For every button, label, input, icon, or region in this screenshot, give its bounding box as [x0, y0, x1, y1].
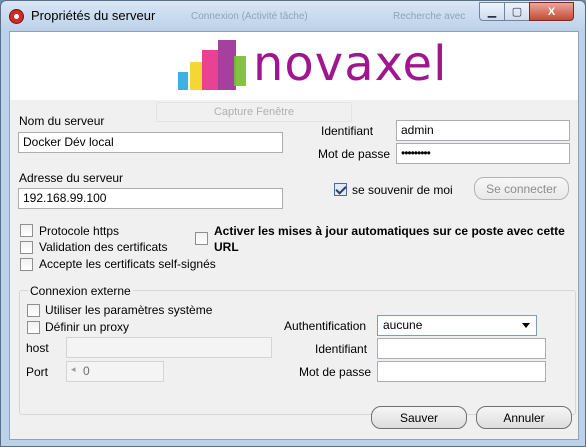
certificate-validation-checkbox[interactable]: [20, 241, 33, 254]
system-params-checkbox[interactable]: [27, 304, 40, 317]
window-title: Propriétés du serveur: [31, 8, 156, 23]
maximize-button[interactable]: ▢: [504, 2, 530, 21]
auto-update-checkbox[interactable]: [195, 232, 208, 245]
identifiant-input[interactable]: admin: [396, 120, 570, 141]
logo-bar: [190, 62, 202, 90]
logo-bar: [202, 50, 218, 90]
port-stepper[interactable]: ◂ 0: [66, 361, 164, 382]
remember-me-label: se souvenir de moi: [352, 183, 453, 197]
password-input[interactable]: •••••••••: [396, 143, 570, 164]
close-button[interactable]: X: [529, 2, 574, 21]
auto-update-label: Activer les mises à jour automatiques su…: [214, 224, 565, 238]
external-connection-group: Connexion externe Utiliser les paramètre…: [19, 284, 576, 415]
system-params-label: Utiliser les paramètres système: [45, 303, 213, 317]
logo-text: novaxel: [253, 36, 448, 92]
proxy-label: Définir un proxy: [45, 320, 130, 334]
auth-select[interactable]: aucune: [377, 315, 537, 336]
self-signed-label: Accepte les certificats self-signés: [39, 257, 216, 271]
auth-label: Authentification: [284, 319, 367, 333]
server-address-label: Adresse du serveur: [19, 171, 124, 185]
minimize-button[interactable]: ▁: [479, 2, 505, 21]
dialog-content: novaxel Capture Fenêtre Nom du serveur D…: [9, 31, 579, 440]
external-identifiant-label: Identifiant: [315, 342, 368, 356]
external-password-label: Mot de passe: [299, 365, 372, 379]
server-name-label: Nom du serveur: [19, 114, 105, 128]
self-signed-checkbox[interactable]: [20, 258, 33, 271]
cancel-button[interactable]: Annuler: [476, 406, 572, 429]
logo-banner: novaxel: [10, 32, 578, 100]
remember-me-checkbox[interactable]: [334, 183, 347, 196]
server-name-input[interactable]: Docker Dév local: [18, 132, 283, 153]
https-checkbox[interactable]: [20, 224, 33, 237]
ghost-background-text: Recherche avec: [393, 11, 466, 22]
external-password-input[interactable]: [377, 361, 546, 382]
logo-bar: [178, 72, 188, 90]
title-bar[interactable]: Propriétés du serveur Connexion (Activit…: [1, 1, 585, 31]
https-label: Protocole https: [39, 224, 120, 238]
certificate-validation-label: Validation des certificats: [39, 240, 168, 254]
external-identifiant-input[interactable]: [377, 338, 546, 359]
save-button[interactable]: Sauver: [371, 406, 467, 429]
app-icon: [9, 9, 24, 24]
identifiant-label: Identifiant: [321, 124, 374, 138]
host-label: host: [26, 341, 49, 355]
port-value: 0: [83, 364, 90, 378]
ghost-background-text: Connexion (Activité tâche): [191, 11, 308, 22]
properties-window: Propriétés du serveur Connexion (Activit…: [0, 0, 586, 447]
connect-button[interactable]: Se connecter: [474, 177, 569, 200]
port-label: Port: [26, 365, 49, 379]
novaxel-logo-icon: [178, 40, 246, 90]
logo-bar: [234, 56, 246, 86]
proxy-checkbox[interactable]: [27, 321, 40, 334]
host-input[interactable]: [66, 337, 272, 358]
chevron-down-icon: [522, 323, 530, 328]
group-title: Connexion externe: [28, 284, 133, 298]
stepper-arrow-icon: ◂: [71, 364, 76, 374]
auth-selected-value: aucune: [383, 318, 423, 332]
password-label: Mot de passe: [318, 147, 391, 161]
ghost-caption: Capture Fenêtre: [156, 102, 352, 122]
server-address-input[interactable]: 192.168.99.100: [18, 188, 283, 209]
auto-update-label-continued: URL: [214, 240, 239, 254]
logo-bar: [218, 40, 236, 90]
